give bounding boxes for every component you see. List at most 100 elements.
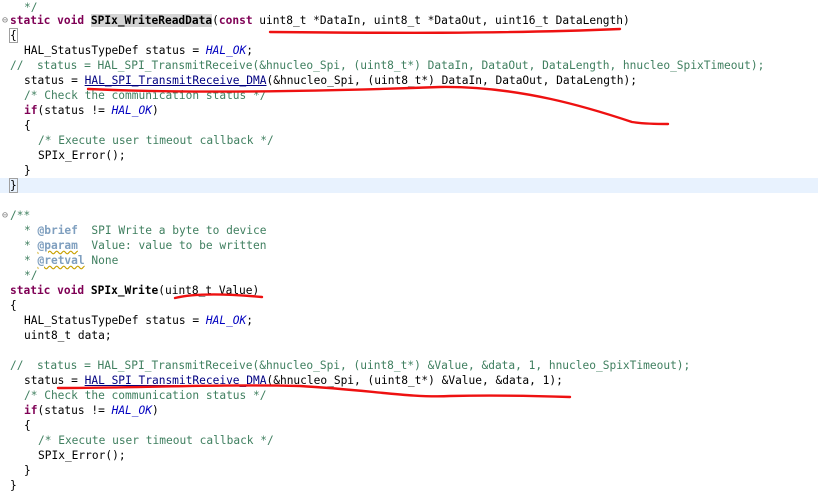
paren: (	[212, 14, 219, 27]
declaration: HAL_StatusTypeDef status = HAL_OK;	[24, 43, 253, 58]
function-name[interactable]: SPIx_Write	[91, 284, 158, 297]
function-call-link[interactable]: HAL_SPI_TransmitReceive_DMA	[85, 74, 267, 87]
function-signature: static void SPIx_WriteReadData(const uin…	[10, 13, 630, 28]
doc-comment-open: /**	[10, 209, 31, 222]
keyword: static	[10, 14, 51, 27]
code-line[interactable]: }	[0, 463, 818, 478]
javadoc-tag: @param	[37, 239, 78, 252]
function-name[interactable]: SPIx_WriteReadData	[90, 14, 213, 27]
comment-text: /* Execute user timeout callback */	[38, 134, 274, 147]
fold-collapse-icon[interactable]: ⊖	[0, 13, 10, 28]
macro-name: HAL_OK	[111, 404, 152, 417]
code-line[interactable]: HAL_StatusTypeDef status = HAL_OK;	[0, 43, 818, 58]
function-call: SPIx_Error();	[38, 149, 126, 162]
keyword: const	[218, 14, 253, 27]
code-line[interactable]: /* Execute user timeout callback */	[0, 133, 818, 148]
code-line[interactable]: {	[0, 28, 818, 43]
code-line[interactable]: SPIx_Error();	[0, 148, 818, 163]
code-line[interactable]: /* Execute user timeout callback */	[0, 433, 818, 448]
code-line[interactable]: // status = HAL_SPI_TransmitReceive(&hnu…	[0, 358, 818, 373]
code-line[interactable]: HAL_StatusTypeDef status = HAL_OK;	[0, 313, 818, 328]
code-line[interactable]: status = HAL_SPI_TransmitReceive_DMA(&hn…	[0, 373, 818, 388]
brace: {	[9, 28, 18, 43]
code-line[interactable]: SPIx_Error();	[0, 448, 818, 463]
type-and-variable: HAL_StatusTypeDef status =	[24, 314, 206, 327]
doc-text: Value: value to be written	[77, 239, 267, 252]
code-line[interactable]: */	[0, 268, 818, 283]
comment-text: // status = HAL_SPI_TransmitReceive(&hnu…	[10, 359, 691, 372]
keyword: if	[24, 104, 38, 117]
semicolon: ;	[246, 44, 254, 57]
javadoc-tag: @retval	[37, 254, 85, 267]
comment-text: // status = HAL_SPI_TransmitReceive(&hnu…	[10, 59, 765, 72]
brace: {	[24, 419, 31, 432]
doc-comment-close: */	[24, 269, 38, 282]
code-line[interactable]: ⊖ /**	[0, 208, 818, 223]
parameter-list: uint8_t *DataIn, uint8_t *DataOut, uint1…	[252, 14, 630, 27]
call-arguments: (&hnucleo_Spi, (uint8_t*) &Value, &data,…	[266, 374, 563, 387]
code-line[interactable]: /* Check the communication status */	[0, 388, 818, 403]
code-line[interactable]: // status = HAL_SPI_TransmitReceive(&hnu…	[0, 58, 818, 73]
macro-name: HAL_OK	[205, 44, 247, 57]
fold-collapse-icon[interactable]: ⊖	[0, 208, 10, 223]
code-line[interactable]: }	[0, 163, 818, 178]
call-arguments: (&hnucleo_Spi, (uint8_t*) DataIn, DataOu…	[266, 74, 637, 87]
matched-brace: }	[9, 178, 18, 193]
code-line[interactable]: }	[0, 478, 818, 493]
javadoc-tag: @brief	[37, 224, 78, 237]
macro-name: HAL_OK	[111, 104, 152, 117]
code-line[interactable]: uint8_t data;	[0, 328, 818, 343]
code-line[interactable]: static void SPIx_Write(uint8_t Value)	[0, 283, 818, 298]
doc-text: None	[84, 254, 119, 267]
keyword: if	[24, 404, 38, 417]
code-line[interactable]: * @param Value: value to be written	[0, 238, 818, 253]
keyword: void	[57, 14, 85, 27]
brace: }	[9, 178, 18, 193]
condition: (status !=	[37, 104, 112, 117]
comment-text: /* Check the communication status */	[24, 389, 267, 402]
code-editor[interactable]: */ ⊖ static void SPIx_WriteReadData(cons…	[0, 0, 818, 500]
paren: )	[152, 404, 159, 417]
paren: )	[152, 104, 159, 117]
function-call: SPIx_Error();	[38, 449, 126, 462]
comment-text: /* Execute user timeout callback */	[38, 434, 274, 447]
function-signature: static void SPIx_Write(uint8_t Value)	[10, 283, 259, 298]
code-line[interactable]: {	[0, 118, 818, 133]
parameter-list: (uint8_t Value)	[158, 284, 260, 297]
doc-comment-line: * @brief SPI Write a byte to device	[24, 224, 267, 237]
semicolon: ;	[246, 314, 254, 327]
matched-brace: {	[9, 28, 18, 43]
comment-text: /* Check the communication status */	[24, 89, 267, 102]
code-line[interactable]: /* Check the communication status */	[0, 88, 818, 103]
brace: {	[10, 299, 17, 312]
code-line[interactable]: * @retval None	[0, 253, 818, 268]
if-statement: if(status != HAL_OK)	[24, 103, 159, 118]
assignment-lhs: status =	[24, 74, 85, 87]
code-line[interactable]: ⊖ static void SPIx_WriteReadData(const u…	[0, 13, 818, 28]
code-line[interactable]: {	[0, 418, 818, 433]
statement: status = HAL_SPI_TransmitReceive_DMA(&hn…	[24, 373, 563, 388]
doc-comment-line: * @retval None	[24, 254, 119, 267]
function-call-link[interactable]: HAL_SPI_TransmitReceive_DMA	[85, 374, 267, 387]
keyword: static	[10, 284, 51, 297]
type-and-variable: HAL_StatusTypeDef status =	[24, 44, 206, 57]
code-line[interactable]: status = HAL_SPI_TransmitReceive_DMA(&hn…	[0, 73, 818, 88]
statement: status = HAL_SPI_TransmitReceive_DMA(&hn…	[24, 73, 637, 88]
declaration: HAL_StatusTypeDef status = HAL_OK;	[24, 313, 253, 328]
keyword: void	[57, 284, 85, 297]
brace: }	[24, 464, 31, 477]
brace: {	[24, 119, 31, 132]
macro-name: HAL_OK	[205, 314, 247, 327]
declaration: uint8_t data;	[24, 329, 112, 342]
code-line[interactable]: if(status != HAL_OK)	[0, 103, 818, 118]
assignment-lhs: status =	[24, 374, 85, 387]
code-line[interactable]: {	[0, 298, 818, 313]
current-line[interactable]: }	[0, 178, 818, 193]
brace: }	[10, 479, 17, 492]
if-statement: if(status != HAL_OK)	[24, 403, 159, 418]
code-line[interactable]: * @brief SPI Write a byte to device	[0, 223, 818, 238]
code-line[interactable]: if(status != HAL_OK)	[0, 403, 818, 418]
doc-comment-line: * @param Value: value to be written	[24, 239, 267, 252]
brace: }	[24, 164, 31, 177]
doc-text: SPI Write a byte to device	[77, 224, 267, 237]
